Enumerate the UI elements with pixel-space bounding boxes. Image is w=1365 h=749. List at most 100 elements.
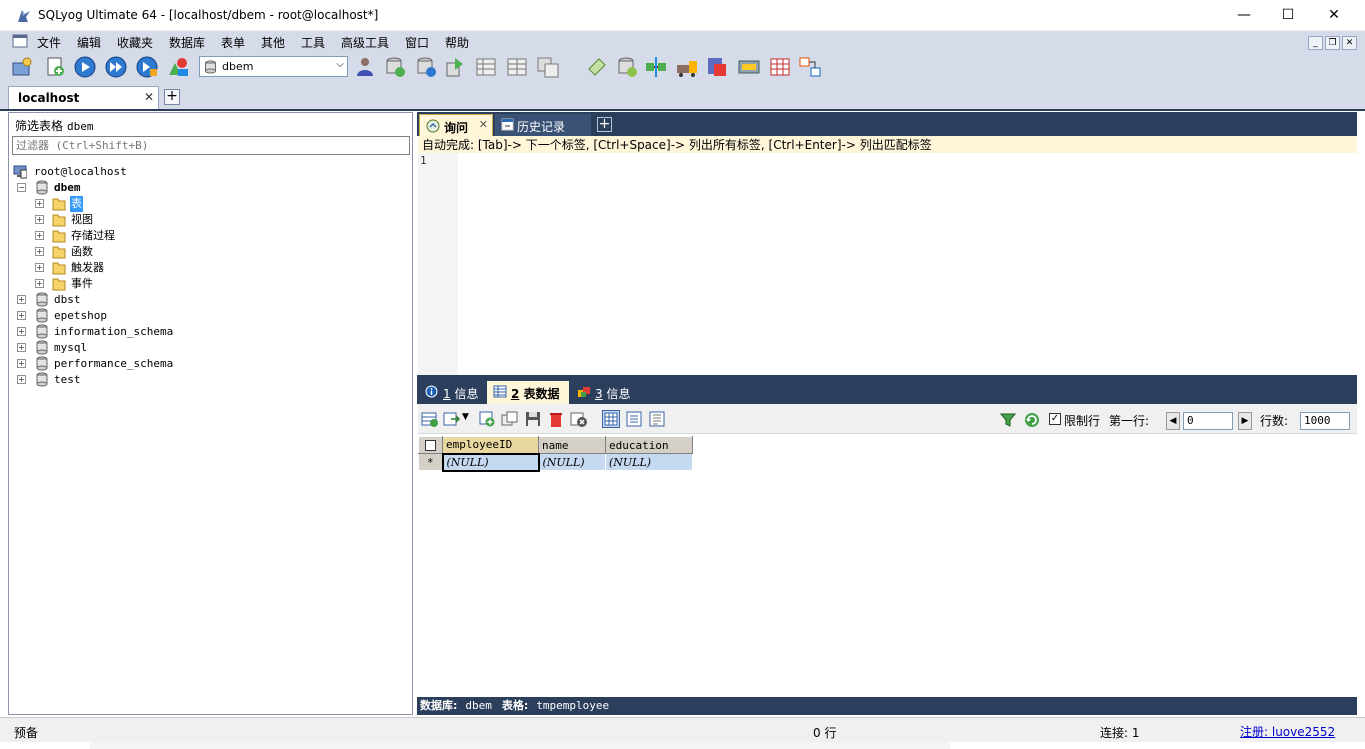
tree-node-db-test[interactable]: + test — [17, 372, 237, 388]
add-row-icon[interactable] — [421, 410, 439, 428]
column-header-employeeid[interactable]: employeeID — [442, 436, 539, 454]
menu-database[interactable]: 数据库 — [169, 34, 205, 51]
tab-result-info-3[interactable]: 3 信息 — [571, 381, 637, 404]
create-table-icon[interactable] — [768, 55, 792, 79]
tree-node-folder-tables[interactable]: + 表 — [35, 196, 235, 212]
tab-table-data[interactable]: 2 表数据 — [487, 381, 569, 404]
expand-icon[interactable]: + — [35, 215, 44, 224]
restore-database-icon[interactable] — [414, 55, 438, 79]
add-query-tab-button[interactable]: + — [597, 117, 612, 132]
tree-node-db-dbem[interactable]: − dbem — [17, 180, 217, 196]
tree-node-root[interactable]: root@localhost — [13, 164, 213, 180]
tree-node-db-epetshop[interactable]: + epetshop — [17, 308, 237, 324]
minimize-button[interactable]: — — [1221, 0, 1267, 30]
query-builder-icon[interactable] — [705, 55, 729, 79]
tree-node-folder-triggers[interactable]: + 触发器 — [35, 260, 235, 276]
schema-designer-tables-icon[interactable] — [798, 55, 822, 79]
tree-node-folder-procedures[interactable]: + 存储过程 — [35, 228, 235, 244]
menu-favorites[interactable]: 收藏夹 — [117, 34, 153, 51]
chevron-down-icon[interactable]: ⌵ — [336, 59, 344, 70]
schema-sync-icon[interactable] — [644, 55, 668, 79]
menu-file[interactable]: 文件 — [37, 34, 61, 51]
sql-scheduler-icon[interactable] — [585, 55, 609, 79]
mdi-close-icon[interactable]: ✕ — [1342, 36, 1357, 50]
tree-node-db-performance-schema[interactable]: + performance_schema — [17, 356, 237, 372]
limit-rows-checkbox[interactable]: ✓ — [1049, 413, 1061, 425]
tab-result-info[interactable]: 1 信息 — [419, 381, 485, 404]
previous-page-button[interactable]: ◀ — [1166, 412, 1180, 430]
expand-icon[interactable]: + — [17, 375, 26, 384]
select-all-checkbox[interactable] — [418, 436, 443, 454]
expand-icon[interactable]: + — [35, 279, 44, 288]
next-page-button[interactable]: ▶ — [1238, 412, 1252, 430]
delete-row-icon[interactable] — [547, 410, 565, 428]
tab-query[interactable]: 询问 ✕ — [419, 114, 493, 136]
schema-report-icon[interactable] — [737, 55, 761, 79]
expand-icon[interactable]: + — [17, 327, 26, 336]
filter-input[interactable] — [12, 136, 410, 155]
database-selector[interactable]: dbem ⌵ — [199, 56, 348, 77]
menu-table[interactable]: 表单 — [221, 34, 245, 51]
sql-editor[interactable]: 1 — [418, 153, 1357, 375]
database-sync-icon[interactable] — [615, 55, 639, 79]
mdi-minimize-icon[interactable]: _ — [1308, 36, 1323, 50]
mdi-document-icon[interactable] — [12, 34, 28, 48]
execute-edit-icon[interactable] — [135, 55, 159, 79]
expand-icon[interactable]: + — [17, 311, 26, 320]
menu-window[interactable]: 窗口 — [405, 34, 429, 51]
export-dropdown-icon[interactable] — [443, 410, 461, 428]
expand-icon[interactable]: + — [17, 359, 26, 368]
expand-icon[interactable]: + — [35, 247, 44, 256]
insert-row-icon[interactable] — [478, 410, 496, 428]
close-icon[interactable]: ✕ — [144, 90, 154, 104]
chevron-down-icon[interactable]: ▼ — [462, 412, 469, 422]
menu-help[interactable]: 帮助 — [445, 34, 469, 51]
grid-cell-employeeid[interactable]: (NULL) — [441, 452, 540, 472]
menu-other[interactable]: 其他 — [261, 34, 285, 51]
tree-node-db-information-schema[interactable]: + information_schema — [17, 324, 237, 340]
connection-tab-localhost[interactable]: localhost ✕ — [8, 86, 159, 109]
data-migration-icon[interactable] — [675, 55, 699, 79]
expand-icon[interactable]: + — [35, 199, 44, 208]
collapse-icon[interactable]: − — [17, 183, 26, 192]
tree-node-db-mysql[interactable]: + mysql — [17, 340, 237, 356]
new-row-marker[interactable]: * — [418, 453, 443, 471]
close-window-button[interactable]: ✕ — [1311, 0, 1357, 30]
new-connection-icon[interactable] — [10, 55, 34, 79]
copy-table-icon[interactable] — [536, 55, 560, 79]
new-query-editor-icon[interactable] — [43, 55, 67, 79]
grid-cell-name[interactable]: (NULL) — [538, 453, 606, 471]
register-link[interactable]: 注册: luove2552 — [1240, 723, 1335, 740]
tab-history[interactable]: 历史记录 — [495, 114, 591, 136]
text-view-icon[interactable] — [648, 410, 666, 428]
schema-designer-icon[interactable] — [166, 55, 190, 79]
close-icon[interactable]: ✕ — [479, 118, 488, 131]
backup-database-icon[interactable] — [383, 55, 407, 79]
column-header-education[interactable]: education — [605, 436, 693, 454]
import-data-icon[interactable] — [443, 55, 467, 79]
tree-node-folder-views[interactable]: + 视图 — [35, 212, 235, 228]
row-count-input[interactable]: 1000 — [1300, 412, 1350, 430]
tree-node-db-dbst[interactable]: + dbst — [17, 292, 237, 308]
table-data-icon[interactable] — [505, 55, 529, 79]
first-row-input[interactable]: 0 — [1183, 412, 1233, 430]
tree-node-folder-events[interactable]: + 事件 — [35, 276, 235, 292]
refresh-icon[interactable] — [1024, 412, 1040, 428]
add-connection-button[interactable]: + — [164, 89, 180, 105]
menu-tools[interactable]: 工具 — [301, 34, 325, 51]
duplicate-row-icon[interactable] — [501, 410, 519, 428]
cancel-changes-icon[interactable] — [570, 410, 588, 428]
tree-node-folder-functions[interactable]: + 函数 — [35, 244, 235, 260]
menu-edit[interactable]: 编辑 — [77, 34, 101, 51]
grid-view-icon[interactable] — [602, 410, 620, 428]
expand-icon[interactable]: + — [35, 231, 44, 240]
expand-icon[interactable]: + — [17, 343, 26, 352]
execute-query-icon[interactable] — [73, 55, 97, 79]
table-properties-icon[interactable] — [474, 55, 498, 79]
form-view-icon[interactable] — [625, 410, 643, 428]
save-icon[interactable] — [524, 410, 542, 428]
menu-advanced-tools[interactable]: 高级工具 — [341, 34, 389, 51]
maximize-button[interactable]: ☐ — [1265, 0, 1311, 30]
column-header-name[interactable]: name — [538, 436, 606, 454]
filter-funnel-icon[interactable] — [1000, 412, 1016, 428]
